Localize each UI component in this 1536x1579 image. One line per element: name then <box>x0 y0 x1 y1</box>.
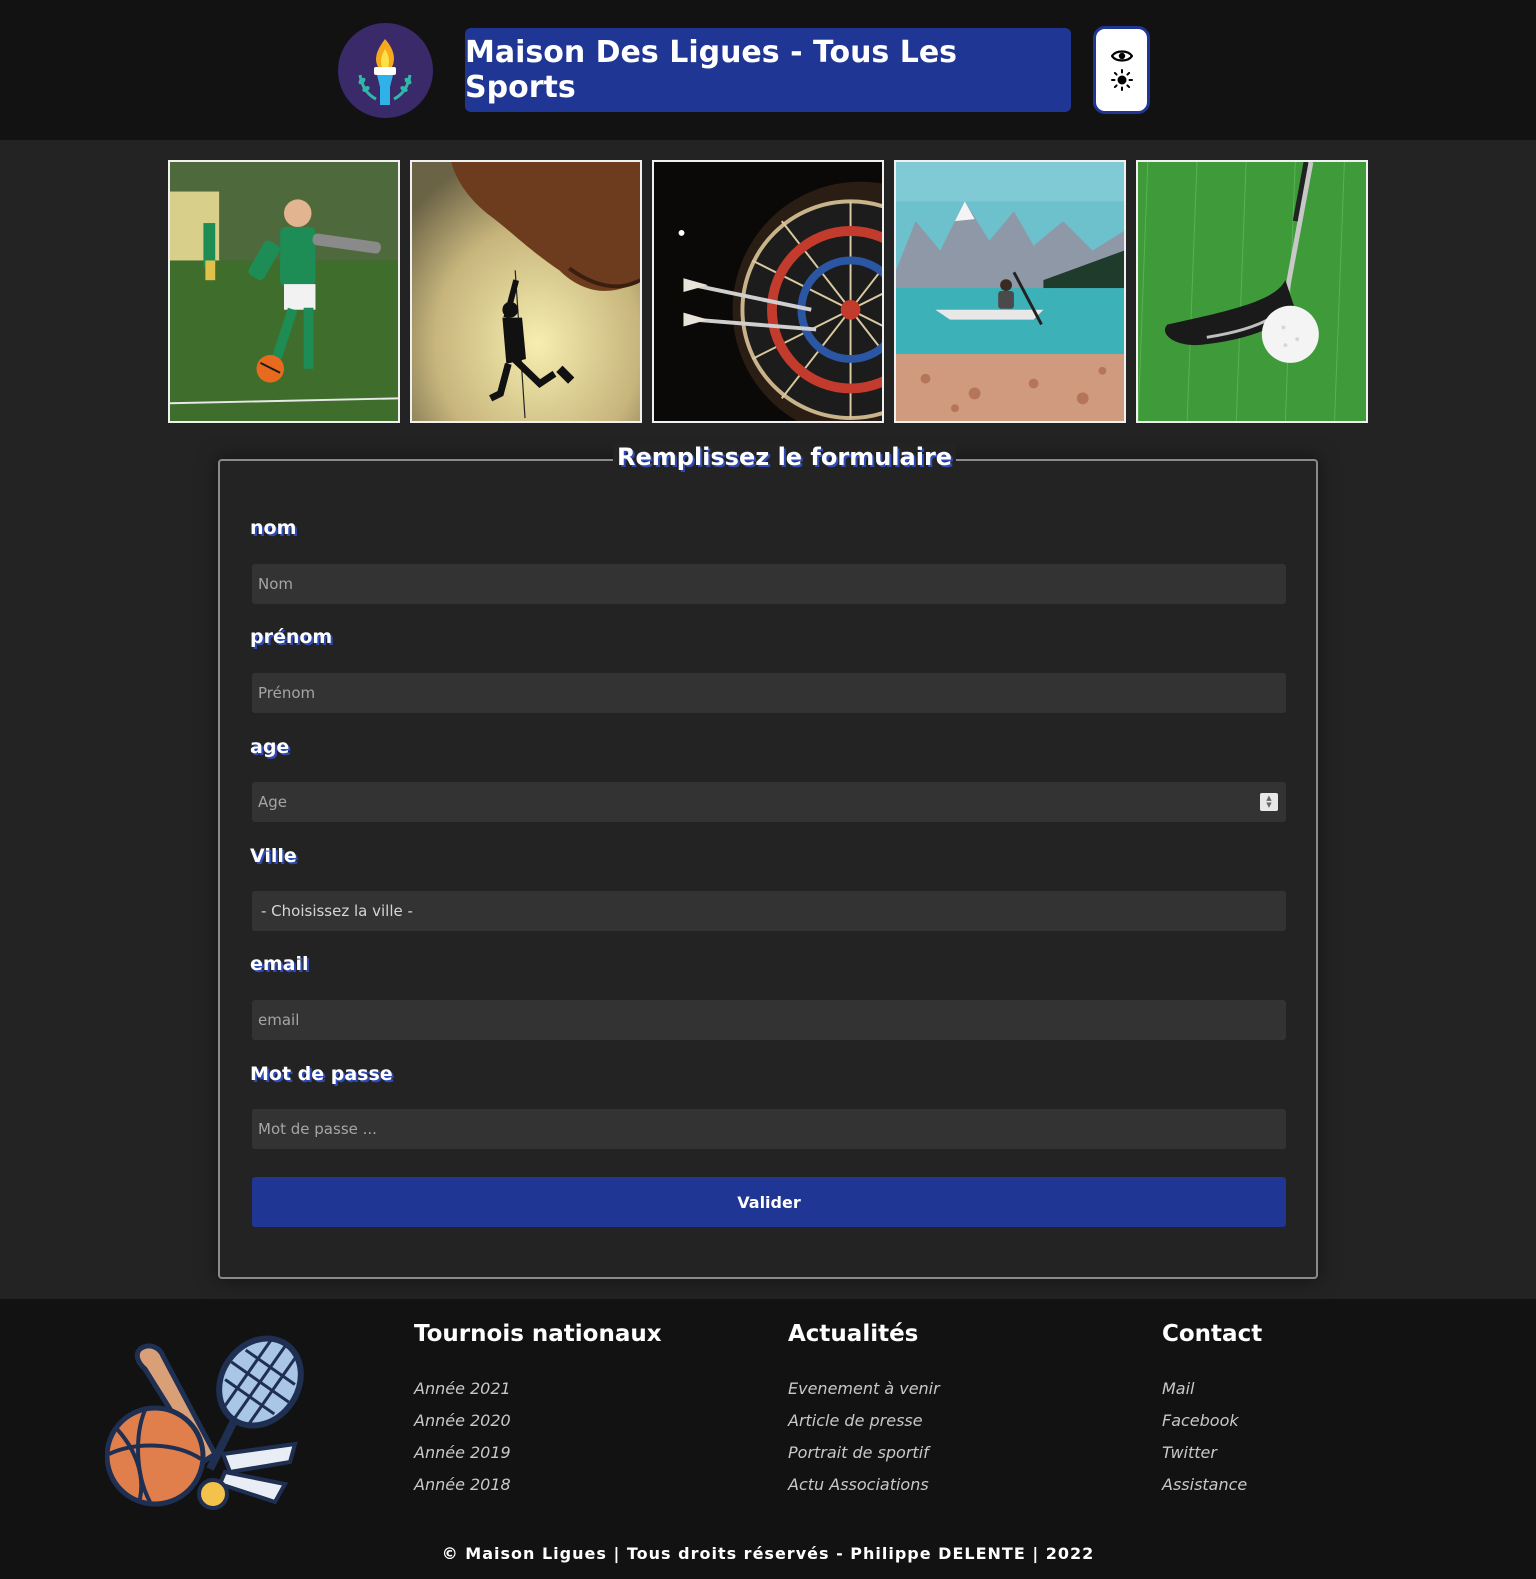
registration-form: Remplissez le formulaire nom prénom age … <box>218 443 1318 1279</box>
footer-col-title: Tournois nationaux <box>414 1321 662 1347</box>
footer-link[interactable]: Actu Associations <box>788 1469 940 1501</box>
site-title: Maison Des Ligues - Tous Les Sports <box>465 35 958 105</box>
site-title-box: Maison Des Ligues - Tous Les Sports <box>465 28 1071 112</box>
kayak-photo <box>894 160 1126 423</box>
footer-link[interactable]: Portrait de sportif <box>788 1437 940 1469</box>
footer-link[interactable]: Année 2020 <box>414 1405 662 1437</box>
torch-icon[interactable] <box>338 23 433 118</box>
darts-photo <box>652 160 884 423</box>
footer-col-title: Actualités <box>788 1321 919 1347</box>
golf-photo <box>1136 160 1368 423</box>
soccer-photo <box>168 160 400 423</box>
nom-label: nom <box>250 517 297 539</box>
footer-link[interactable]: Article de presse <box>788 1405 940 1437</box>
age-spinner[interactable]: ▲ ▼ <box>1260 793 1278 811</box>
ville-select[interactable]: - Choisissez la ville - <box>252 891 1286 931</box>
age-input[interactable] <box>252 782 1286 822</box>
footer-link[interactable]: Année 2021 <box>414 1373 662 1405</box>
footer-col-tournois: Tournois nationaux Année 2021 Année 2020… <box>414 1321 662 1501</box>
site-header: Maison Des Ligues - Tous Les Sports <box>0 0 1536 140</box>
nom-input[interactable] <box>252 564 1286 604</box>
email-label: email <box>250 953 309 975</box>
footer-col-actualites: Actualités Evenement à venir Article de … <box>788 1321 940 1501</box>
age-label: age <box>250 736 290 758</box>
eye-icon <box>1110 50 1133 62</box>
footer-link[interactable]: Année 2019 <box>414 1437 662 1469</box>
sports-gallery <box>168 160 1368 423</box>
password-input[interactable] <box>252 1109 1286 1149</box>
password-label: Mot de passe <box>250 1063 393 1085</box>
footer-link[interactable]: Année 2018 <box>414 1469 662 1501</box>
form-legend: Remplissez le formulaire <box>613 443 957 471</box>
footer-link[interactable]: Twitter <box>1162 1437 1262 1469</box>
prenom-input[interactable] <box>252 673 1286 713</box>
prenom-label: prénom <box>250 626 333 648</box>
theme-toggle-button[interactable] <box>1093 26 1150 114</box>
sports-equipment-icon <box>105 1334 310 1524</box>
submit-button[interactable]: Valider <box>252 1177 1286 1227</box>
age-field-wrapper: ▲ ▼ <box>220 782 1316 822</box>
footer-link[interactable]: Assistance <box>1162 1469 1262 1501</box>
footer-link[interactable]: Evenement à venir <box>788 1373 940 1405</box>
ville-label: Ville <box>250 845 297 867</box>
footer-link[interactable]: Facebook <box>1162 1405 1262 1437</box>
sun-icon <box>1110 69 1133 91</box>
spinner-down-icon[interactable]: ▼ <box>1266 802 1271 809</box>
footer-col-title: Contact <box>1162 1321 1263 1347</box>
site-footer: Tournois nationaux Année 2021 Année 2020… <box>0 1299 1536 1579</box>
footer-col-contact: Contact Mail Facebook Twitter Assistance <box>1162 1321 1262 1501</box>
footer-link[interactable]: Mail <box>1162 1373 1262 1405</box>
climbing-photo <box>410 160 642 423</box>
ville-selected-value: - Choisissez la ville - <box>261 902 413 920</box>
email-input[interactable] <box>252 1000 1286 1040</box>
copyright: © Maison Ligues | Tous droits réservés -… <box>441 1544 1095 1563</box>
